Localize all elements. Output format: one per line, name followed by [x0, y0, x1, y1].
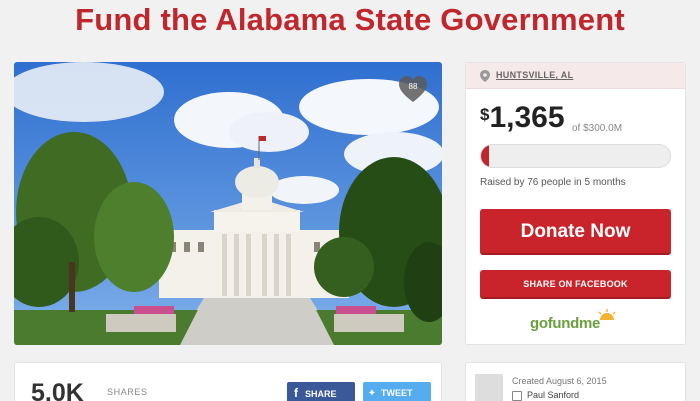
heart-badge[interactable]: 88	[398, 75, 428, 105]
location-link[interactable]: HUNTSVILLE, AL	[496, 70, 573, 80]
avatar[interactable]	[475, 374, 503, 401]
gofundme-logo[interactable]: gofundme	[530, 315, 600, 332]
facebook-icon: f	[294, 386, 298, 400]
person-icon	[512, 391, 522, 401]
location-bar: HUNTSVILLE, AL	[466, 63, 685, 89]
campaign-page: Fund the Alabama State Government 88 HUN…	[0, 0, 700, 401]
goal-text: of $300.0M	[572, 123, 623, 134]
share-label: SHARE	[305, 389, 337, 399]
tweet-label: TWEET	[381, 388, 413, 398]
raised-value: 1,365	[489, 101, 565, 134]
shares-label: SHARES	[107, 387, 148, 397]
created-date: Created August 6, 2015	[512, 376, 607, 386]
sun-icon	[598, 309, 616, 320]
campaign-photo[interactable]: 88	[14, 62, 442, 345]
twitter-icon: ✦	[367, 388, 377, 399]
shares-count: 5.0K	[31, 379, 84, 401]
map-pin-icon	[480, 70, 490, 82]
heart-count: 88	[408, 82, 418, 91]
raised-by-text: Raised by 76 people in 5 months	[480, 177, 626, 188]
organizer-name[interactable]: Paul Sanford	[527, 390, 579, 400]
capitol-building-image	[14, 62, 442, 345]
donation-panel: HUNTSVILLE, AL $1,365 of $300.0M Raised …	[465, 62, 686, 345]
page-title: Fund the Alabama State Government	[75, 2, 625, 37]
raised-amount: $1,365	[480, 101, 565, 135]
currency-symbol: $	[480, 105, 490, 124]
share-on-facebook-button[interactable]: SHARE ON FACEBOOK	[480, 270, 671, 299]
tweet-button[interactable]: ✦ TWEET	[363, 382, 431, 401]
progress-fill	[481, 145, 489, 167]
facebook-share-button[interactable]: f SHARE	[287, 382, 355, 401]
donate-now-button[interactable]: Donate Now	[480, 209, 671, 255]
organizer-panel: Created August 6, 2015 Paul Sanford	[465, 362, 686, 401]
progress-bar	[480, 144, 671, 168]
shares-panel: 5.0K SHARES f SHARE ✦ TWEET	[14, 362, 442, 401]
